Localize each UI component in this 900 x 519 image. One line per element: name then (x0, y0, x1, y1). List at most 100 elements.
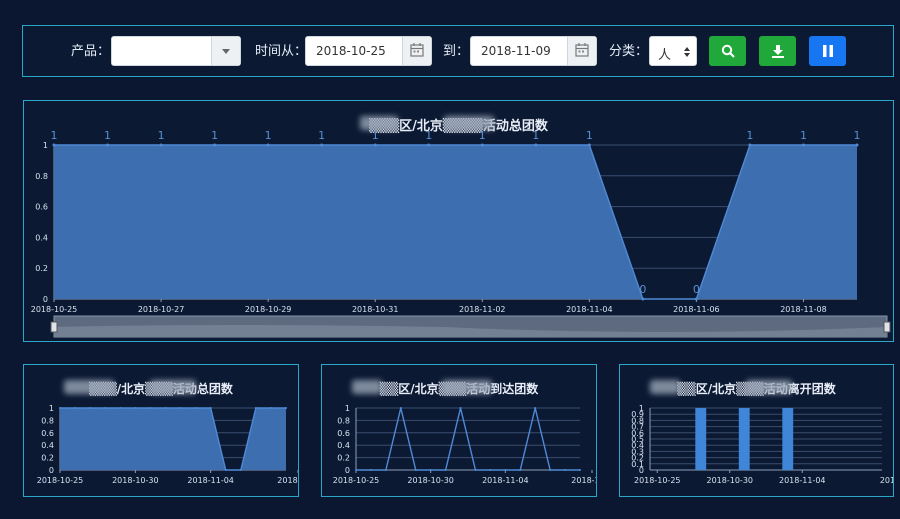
data-label: 1 (800, 129, 807, 142)
to-date-input[interactable]: 2018-11-09 (470, 36, 597, 66)
data-point (855, 143, 859, 147)
bar (782, 408, 794, 470)
data-point (179, 407, 182, 409)
data-point (119, 407, 122, 409)
data-label: 1 (479, 129, 486, 142)
y-tick-label: 0.6 (337, 429, 350, 438)
data-point (134, 407, 137, 409)
data-point (159, 143, 163, 147)
data-point (266, 143, 270, 147)
data-point (213, 143, 217, 147)
x-tick-label: 2018-11-02 (459, 305, 506, 314)
category-select-value: 人 (658, 48, 672, 63)
data-label: 1 (425, 129, 432, 142)
data-point (801, 143, 805, 147)
x-tick-label: 2018-10-31 (352, 305, 399, 314)
calendar-icon[interactable] (402, 37, 431, 65)
y-tick-label: 0.4 (337, 441, 350, 450)
arrive-chart-panel: ▒▒区/北京▒▒▒活动到达团数 00.20.40.60.812018-10-25… (321, 364, 597, 497)
pause-button[interactable] (809, 36, 846, 66)
download-icon (771, 45, 784, 58)
x-tick-label: 2018-10-25 (333, 476, 380, 485)
data-point (254, 407, 257, 409)
total-chart-panel: ▒▒▒/北京▒▒▒活动总团数 00.20.40.60.812018-10-252… (23, 364, 299, 497)
search-icon (721, 44, 735, 58)
x-tick-label: 2018-11-04 (482, 476, 529, 485)
y-tick-label: 1 (49, 404, 54, 413)
pause-icon (822, 45, 833, 57)
x-tick-label: 2018-11-0 (277, 476, 298, 485)
data-point (427, 143, 431, 147)
x-tick-label: 2018-10-25 (634, 476, 681, 485)
bar (695, 408, 707, 470)
caret-down-icon[interactable] (211, 37, 240, 65)
filter-bar: 产品： 时间从： 2018-10-25 到： 2018-11-09 分类： 人 (22, 25, 894, 77)
total-chart: 0 0.2 0.4 0.6 0.8 1 2018-10-25 2018-10-30 2018-1… (37, 404, 298, 485)
product-label: 产品： (71, 44, 111, 59)
y-tick-label: 0.4 (35, 233, 48, 242)
data-point (459, 407, 462, 409)
data-point (429, 469, 432, 471)
data-point (480, 143, 484, 147)
from-label: 时间从： (255, 44, 308, 59)
data-point (59, 407, 61, 409)
data-label: 1 (104, 129, 111, 142)
x-tick-label: 2018-11-0 (571, 476, 596, 485)
data-point (74, 407, 77, 409)
data-point (89, 407, 92, 409)
data-point (104, 407, 107, 409)
data-label: 1 (372, 129, 379, 142)
x-tick-label: 2018-10-30 (112, 476, 159, 485)
x-tick-label: 2018-11-04 (566, 305, 613, 314)
data-label: 1 (158, 129, 165, 142)
data-point (474, 469, 477, 471)
data-label: 1 (211, 129, 218, 142)
x-tick-label: 2018-0 (880, 476, 893, 485)
data-point (52, 143, 56, 147)
y-tick-label: 0 (49, 466, 54, 475)
main-chart-panel: ▒▒▒区/北京▒▒▒▒活动总团数 00.20.40.60.812018-10-2… (23, 100, 894, 342)
data-label: 1 (265, 129, 272, 142)
bar (738, 408, 750, 470)
leave-chart: 00.10.20.30.40.50.60.70.80.912018-10-25 2… (631, 404, 893, 485)
x-tick-label: 2018-11-04 (779, 476, 826, 485)
data-point (285, 407, 287, 409)
data-point (194, 407, 197, 409)
data-point (489, 469, 492, 471)
data-point (444, 469, 447, 471)
from-date-value: 2018-10-25 (316, 44, 386, 58)
data-point (355, 469, 357, 471)
data-point (369, 469, 372, 471)
data-point (579, 469, 581, 471)
y-tick-label: 0.6 (35, 203, 48, 212)
data-point (534, 143, 538, 147)
search-button[interactable] (709, 36, 746, 66)
y-tick-label: 0.8 (41, 416, 54, 425)
data-point (149, 407, 152, 409)
data-label: 1 (318, 129, 325, 142)
download-button[interactable] (759, 36, 796, 66)
data-point (694, 297, 698, 301)
data-point (399, 407, 402, 409)
data-label: 1 (532, 129, 539, 142)
y-tick-label: 0.2 (35, 264, 48, 273)
data-point (164, 407, 167, 409)
y-tick-label: 0 (43, 295, 48, 304)
data-label: 1 (586, 129, 593, 142)
data-point (106, 143, 110, 147)
y-tick-label: 0.8 (35, 172, 48, 181)
category-select[interactable]: 人 (649, 36, 697, 66)
data-point (414, 469, 417, 471)
y-tick-label: 0.8 (337, 416, 350, 425)
data-point (239, 469, 242, 471)
arrive-chart: 0 0.2 0.4 0.6 0.8 1 2018-10-25 2018-10-30 2018-1… (333, 404, 596, 485)
calendar-icon[interactable] (567, 37, 596, 65)
y-tick-label: 0.6 (41, 429, 54, 438)
from-date-input[interactable]: 2018-10-25 (305, 36, 432, 66)
data-point (504, 469, 507, 471)
data-point (748, 143, 752, 147)
product-select[interactable] (111, 36, 241, 66)
data-point (320, 143, 324, 147)
data-point (549, 469, 552, 471)
data-label: 1 (854, 129, 861, 142)
